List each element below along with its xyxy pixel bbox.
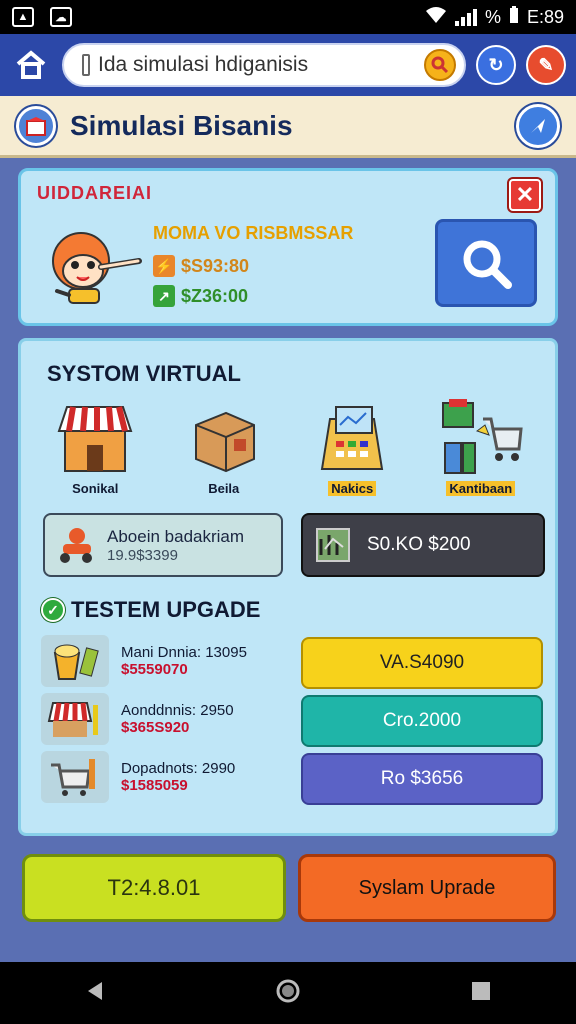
battery-text: % xyxy=(484,6,501,27)
category-item[interactable]: Sonikal xyxy=(40,399,150,496)
square-recents-icon xyxy=(471,981,490,1000)
upgrade-item: Aonddnnis: 2950 $365S920 xyxy=(41,693,234,745)
battery-icon xyxy=(509,5,519,29)
home-nav-button[interactable] xyxy=(275,978,301,1009)
system-panel: SYSTOM VIRTUAL Sonikal Beila Nakics Kant… xyxy=(18,338,558,836)
upgrade-title-row: ✓ TESTEM UPGADE xyxy=(41,597,260,623)
page-icon xyxy=(82,54,90,76)
recents-button[interactable] xyxy=(470,980,492,1007)
url-input[interactable]: Ida simulasi hdiganisis xyxy=(62,43,466,87)
promo-value-1: $S93:80 xyxy=(181,255,250,276)
arrow-up-icon: ↗ xyxy=(153,285,175,307)
upgrade-item: Dopadnots: 2990 $1585059 xyxy=(41,751,235,803)
url-text: Ida simulasi hdiganisis xyxy=(98,53,309,76)
upgrade-item-name: Aonddnnis: 2950 xyxy=(121,702,234,719)
magnifier-button[interactable] xyxy=(435,219,537,307)
status-bar: ▲ ☁ % E:89 xyxy=(0,0,576,34)
timer-button[interactable]: T2:4.8.01 xyxy=(22,854,286,922)
trolley-icon xyxy=(41,751,109,803)
lightning-icon: ⚡ xyxy=(153,255,175,277)
search-icon xyxy=(431,56,449,74)
category-label: Nakics xyxy=(328,481,377,496)
status-left-icons: ▲ ☁ xyxy=(12,7,72,27)
scooter-icon xyxy=(60,528,92,563)
refresh-icon: ↻ xyxy=(488,54,504,75)
stat-left-title: Aboein badakriam xyxy=(107,526,245,546)
category-label: Sonikal xyxy=(72,481,119,496)
upgrade-item-price: $1585059 xyxy=(121,777,188,794)
upgrade-item-name: Mani Dnnia: 13095 xyxy=(121,644,247,661)
category-item[interactable]: Beila xyxy=(169,399,279,496)
upgrade-item: Mani Dnnia: 13095 $5559070 xyxy=(41,635,247,687)
category-item[interactable]: Kantibaan xyxy=(426,399,536,496)
register-icon xyxy=(321,406,384,470)
category-label: Kantibaan xyxy=(446,481,516,496)
home-button[interactable] xyxy=(10,44,52,86)
close-icon: ✕ xyxy=(515,182,535,207)
navigate-button[interactable] xyxy=(516,103,560,148)
promo-value-2-row: ↗ $Z36:00 xyxy=(153,285,248,307)
system-nav-bar xyxy=(0,962,576,1024)
stat-card-right[interactable]: S0.KO $200 xyxy=(301,513,545,577)
refresh-button[interactable]: ↻ xyxy=(476,45,516,85)
system-upgrade-button[interactable]: Syslam Uprade xyxy=(298,854,556,922)
upgrade-buy-button-1[interactable]: VA.S4090 xyxy=(301,637,543,689)
image-icon: ▲ xyxy=(12,7,34,27)
close-button[interactable]: ✕ xyxy=(509,179,541,211)
wifi-icon xyxy=(425,6,447,29)
tools-button[interactable]: ✎ xyxy=(526,45,566,85)
upgrade-buy-button-3[interactable]: Ro $3656 xyxy=(301,753,543,805)
chart-card-icon xyxy=(316,528,350,562)
promo-tag: UIDDAREIAI xyxy=(37,183,153,203)
category-list: Sonikal Beila Nakics Kantibaan xyxy=(21,399,555,496)
system-title: SYSTOM VIRTUAL xyxy=(47,361,241,386)
app-logo-icon xyxy=(16,105,56,146)
promo-card: UIDDAREIAI ✕ MOMA VO RISBMSSAR ⚡ $S93:80… xyxy=(18,168,558,326)
signal-icon xyxy=(454,8,477,26)
mascot-image xyxy=(39,221,145,311)
shop-icon xyxy=(57,406,133,472)
category-label: Beila xyxy=(208,481,240,496)
clock: E:89 xyxy=(526,6,564,27)
upgrade-buy-button-2[interactable]: Cro.2000 xyxy=(301,695,543,747)
search-go-button[interactable] xyxy=(424,49,456,81)
bucket-icon xyxy=(41,635,109,687)
back-button[interactable] xyxy=(84,980,106,1007)
circle-home-icon xyxy=(276,979,300,1002)
browser-toolbar: Ida simulasi hdiganisis ↻ ✎ xyxy=(0,34,576,96)
magnifier-icon xyxy=(463,240,512,289)
home-icon xyxy=(16,50,46,79)
awning-icon xyxy=(41,693,109,745)
wrench-icon: ✎ xyxy=(538,54,554,75)
check-icon: ✓ xyxy=(41,598,65,622)
upgrade-item-price: $5559070 xyxy=(121,661,188,678)
cart-icon xyxy=(441,399,523,474)
promo-value-1-row: ⚡ $S93:80 xyxy=(153,255,249,277)
status-right: % E:89 xyxy=(425,5,564,29)
upgrade-item-name: Dopadnots: 2990 xyxy=(121,760,236,777)
stat-card-left[interactable]: Aboein badakriam 19.9$3399 xyxy=(43,513,283,577)
navigate-icon xyxy=(531,118,545,133)
back-icon xyxy=(88,981,103,1000)
category-item[interactable]: Nakics xyxy=(297,399,407,496)
app-header: Simulasi Bisanis xyxy=(0,96,576,158)
cloud-icon: ☁ xyxy=(50,7,72,27)
page-title: Simulasi Bisanis xyxy=(70,109,293,141)
promo-value-2: $Z36:00 xyxy=(181,285,249,306)
box-icon xyxy=(194,411,255,473)
upgrade-title: TESTEM UPGADE xyxy=(71,597,261,622)
promo-name: MOMA VO RISBMSSAR xyxy=(153,223,354,243)
stat-right-text: S0.KO $200 xyxy=(367,534,471,555)
upgrade-item-price: $365S920 xyxy=(121,719,190,736)
stat-left-value: 19.9$3399 xyxy=(107,546,178,564)
